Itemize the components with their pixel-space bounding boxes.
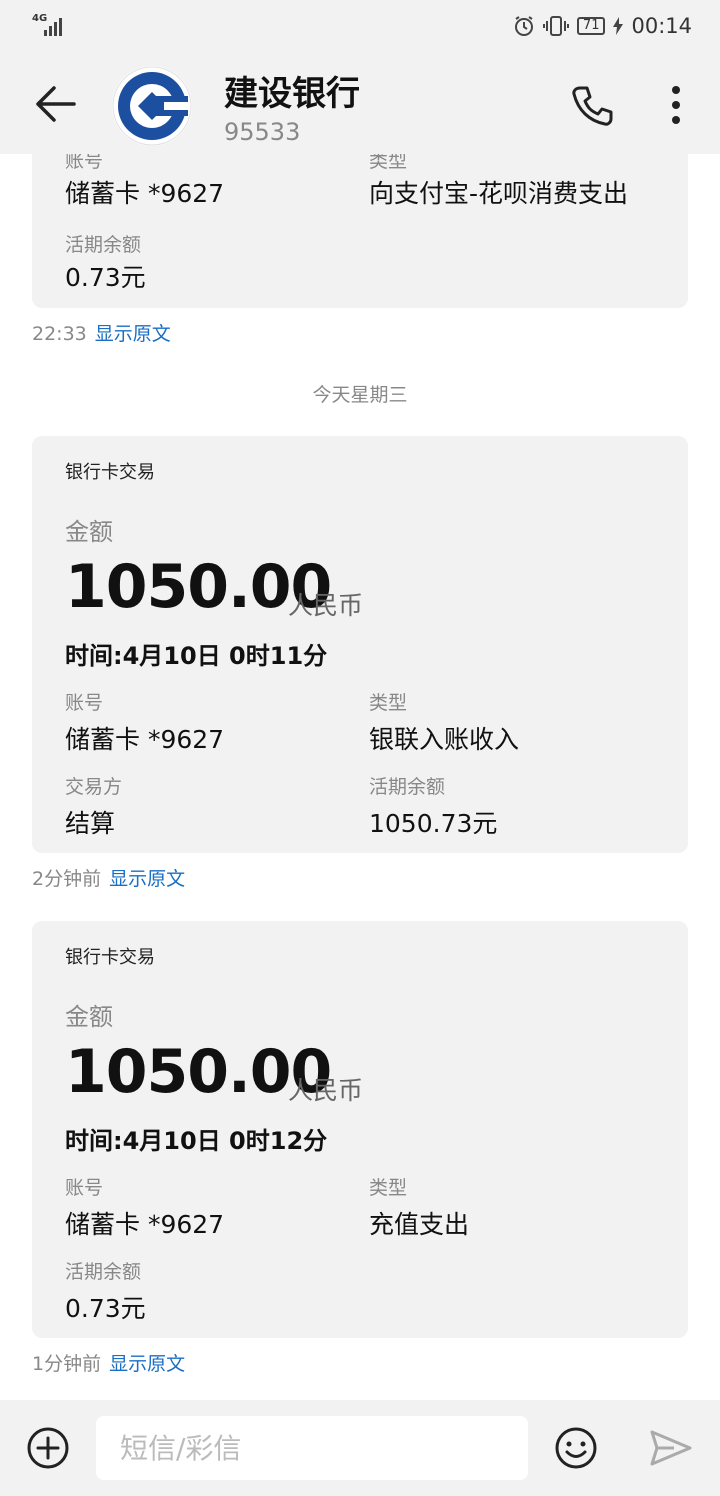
- message-timestamp: 1分钟前: [32, 1353, 102, 1375]
- field-label: 类型: [369, 692, 408, 714]
- emoji-icon[interactable]: [554, 1426, 598, 1470]
- battery-indicator: 71: [576, 17, 606, 35]
- currency-label: 人民币: [288, 591, 364, 620]
- field-value: 0.73元: [65, 1294, 146, 1323]
- field-label: 账号: [65, 154, 104, 172]
- message-card[interactable]: 账号 储蓄卡 *9627 类型 向支付宝-花呗消费支出 活期余额 0.73元: [32, 154, 688, 308]
- card-title: 银行卡交易: [65, 462, 155, 483]
- message-meta: 22:33 显示原文: [32, 319, 171, 346]
- show-original-link[interactable]: 显示原文: [95, 323, 171, 345]
- field-value: 0.73元: [65, 263, 146, 292]
- contact-name: 建设银行: [224, 74, 360, 114]
- amount-label: 金额: [65, 1003, 113, 1031]
- message-card[interactable]: 银行卡交易 金额 1050.00 人民币 时间:4月10日 0时11分 账号 储…: [32, 436, 688, 853]
- message-timestamp: 22:33: [32, 323, 87, 345]
- alarm-icon: [514, 16, 533, 36]
- phone-icon[interactable]: [570, 84, 614, 128]
- status-bar: 4G 71 00:14: [0, 0, 720, 56]
- vibrate-icon: [542, 16, 569, 36]
- field-value: 向支付宝-花呗消费支出: [369, 179, 629, 208]
- card-title: 银行卡交易: [65, 947, 155, 968]
- show-original-link[interactable]: 显示原文: [109, 868, 185, 890]
- send-icon[interactable]: [650, 1430, 692, 1466]
- field-value: 结算: [65, 809, 116, 838]
- message-card[interactable]: 银行卡交易 金额 1050.00 人民币 时间:4月10日 0时12分 账号 储…: [32, 921, 688, 1338]
- field-label: 交易方: [65, 776, 123, 798]
- add-icon[interactable]: [26, 1426, 70, 1470]
- signal-icon: [44, 18, 62, 36]
- field-label: 类型: [369, 154, 408, 172]
- charging-icon: [613, 17, 624, 35]
- field-value: 1050.73元: [369, 809, 498, 838]
- currency-label: 人民币: [288, 1076, 364, 1105]
- transaction-time: 时间:4月10日 0时12分: [65, 1127, 328, 1155]
- clock: 00:14: [631, 14, 692, 38]
- amount-label: 金额: [65, 518, 113, 546]
- compose-bar: [0, 1400, 720, 1496]
- field-value: 储蓄卡 *9627: [65, 1210, 225, 1239]
- avatar[interactable]: [112, 66, 192, 146]
- field-value: 充值支出: [369, 1210, 470, 1239]
- message-meta: 1分钟前 显示原文: [32, 1349, 185, 1376]
- message-input[interactable]: [96, 1416, 528, 1480]
- field-label: 活期余额: [65, 234, 142, 256]
- more-vertical-icon[interactable]: [664, 84, 688, 126]
- day-separator: 今天星期三: [312, 384, 408, 406]
- field-label: 账号: [65, 1177, 104, 1199]
- field-label: 活期余额: [369, 776, 446, 798]
- conversation-header: 建设银行 95533: [0, 56, 720, 154]
- contact-number: 95533: [224, 118, 301, 146]
- field-label: 账号: [65, 692, 104, 714]
- transaction-time: 时间:4月10日 0时11分: [65, 642, 328, 670]
- field-value: 储蓄卡 *9627: [65, 179, 225, 208]
- field-value: 储蓄卡 *9627: [65, 725, 225, 754]
- back-arrow-icon[interactable]: [34, 84, 76, 124]
- message-meta: 2分钟前 显示原文: [32, 864, 185, 891]
- ccb-logo-icon: [112, 66, 192, 146]
- field-value: 银联入账收入: [369, 725, 520, 754]
- message-timestamp: 2分钟前: [32, 868, 102, 890]
- field-label: 活期余额: [65, 1261, 142, 1283]
- message-list[interactable]: 账号 储蓄卡 *9627 类型 向支付宝-花呗消费支出 活期余额 0.73元 2…: [0, 154, 720, 1400]
- show-original-link[interactable]: 显示原文: [109, 1353, 185, 1375]
- field-label: 类型: [369, 1177, 408, 1199]
